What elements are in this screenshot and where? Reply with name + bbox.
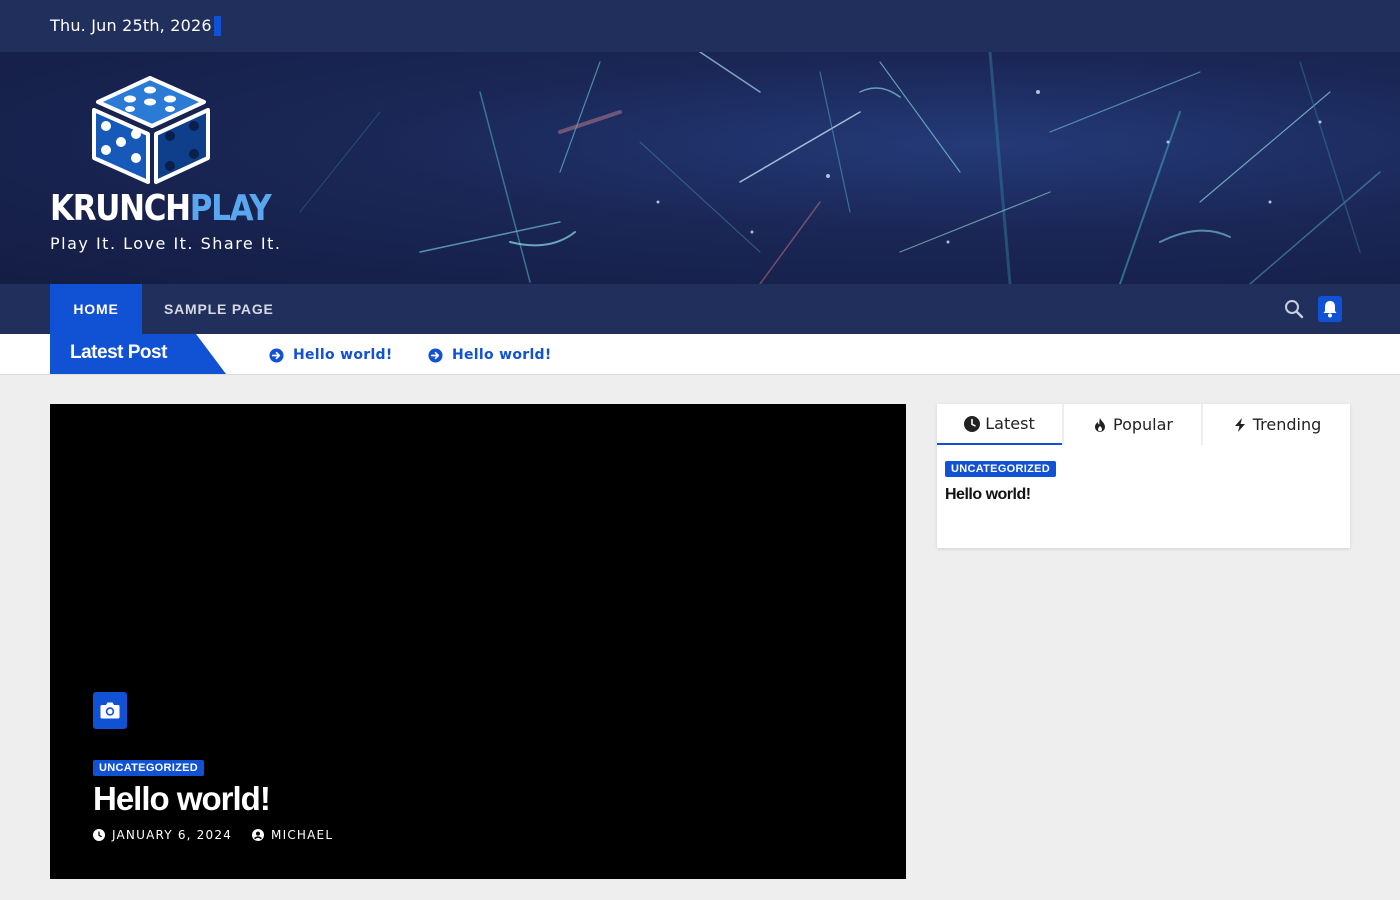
ticker-item[interactable]: Hello world! [428, 345, 552, 365]
widget-post-title[interactable]: Hello world! [945, 486, 1031, 504]
site-tagline: Play It. Love It. Share It. [50, 234, 282, 253]
post-date[interactable]: JANUARY 6, 2024 [112, 828, 232, 842]
ticker-label: Latest Post [50, 334, 226, 374]
current-date: Thu. Jun 25th, 2026 [50, 16, 212, 35]
post-format-badge [93, 692, 127, 729]
dice-logo-icon [92, 76, 210, 184]
clock-icon [93, 829, 105, 841]
latest-post-ticker: Latest Post Hello world! Hello world! [0, 334, 1400, 375]
brand-name-part1: KRUNCH [50, 188, 191, 229]
category-badge[interactable]: UNCATEGORIZED [945, 461, 1057, 477]
post-title[interactable]: Hello world! [93, 780, 271, 818]
arrow-circle-right-icon [269, 347, 284, 363]
tab-latest-label: Latest [985, 414, 1035, 433]
main-navigation: HOME SAMPLE PAGE [0, 284, 1400, 334]
tab-latest[interactable]: Latest [937, 404, 1062, 445]
category-badge[interactable]: UNCATEGORIZED [93, 760, 205, 776]
post-author[interactable]: MICHAEL [271, 828, 333, 842]
subscribe-button[interactable] [1318, 296, 1342, 322]
featured-post[interactable]: UNCATEGORIZED Hello world! JANUARY 6, 20… [50, 404, 906, 879]
search-icon[interactable] [1284, 299, 1304, 319]
site-logo-text[interactable]: KRUNCHPLAY [50, 188, 272, 229]
tabs-widget: Latest Popular Trending UNCATEGORIZED He… [937, 404, 1350, 548]
tab-popular-label: Popular [1113, 415, 1173, 434]
brand-name-part2: PLAY [189, 188, 272, 229]
date-accent-mark [214, 16, 221, 36]
tab-trending[interactable]: Trending [1203, 404, 1350, 445]
post-meta: JANUARY 6, 2024 MICHAEL [93, 828, 333, 842]
bell-icon [1323, 301, 1337, 318]
clock-icon [964, 415, 981, 432]
camera-icon [100, 702, 120, 719]
fire-icon [1095, 417, 1105, 432]
bolt-icon [1234, 417, 1245, 432]
ticker-item-label: Hello world! [293, 347, 393, 363]
ticker-label-text: Latest Post [70, 342, 167, 363]
user-icon [252, 829, 265, 841]
ticker-item-label: Hello world! [452, 347, 552, 363]
top-bar: Thu. Jun 25th, 2026 [0, 0, 1400, 52]
nav-item-sample-page[interactable]: SAMPLE PAGE [164, 284, 274, 334]
nav-item-home[interactable]: HOME [50, 284, 142, 334]
arrow-circle-right-icon [428, 347, 443, 363]
tab-popular[interactable]: Popular [1064, 404, 1201, 445]
widget-tab-bar: Latest Popular Trending [937, 404, 1350, 445]
tab-trending-label: Trending [1252, 415, 1322, 434]
ticker-item[interactable]: Hello world! [269, 345, 393, 365]
